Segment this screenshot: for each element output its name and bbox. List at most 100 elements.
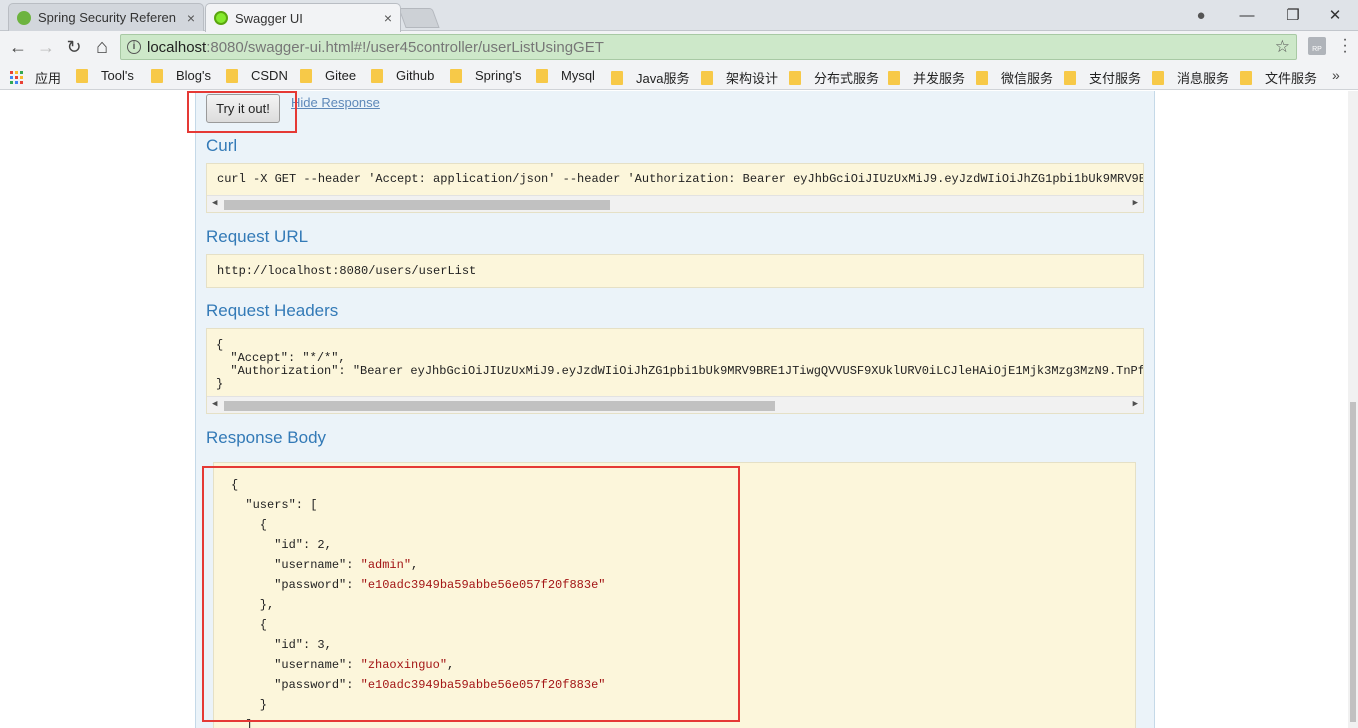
bookmark-folder[interactable]: Gitee <box>300 68 356 83</box>
bookmark-label: 应用 <box>35 71 62 86</box>
spring-leaf-icon <box>17 10 31 25</box>
response-body-title: Response Body <box>206 428 327 447</box>
folder-icon <box>151 68 163 83</box>
folder-icon <box>76 68 88 83</box>
vertical-scrollbar[interactable] <box>1348 91 1358 728</box>
folder-icon <box>1152 70 1164 85</box>
bookmark-label: Mysql <box>561 68 595 83</box>
bookmark-folder[interactable]: 架构设计 <box>701 68 778 87</box>
bookmark-label: 消息服务 <box>1177 71 1230 86</box>
minimize-button[interactable]: — <box>1224 0 1270 30</box>
bookmark-folder[interactable]: 消息服务 <box>1152 68 1229 87</box>
page-content: Try it out! Hide Response Curl curl -X G… <box>0 91 1358 728</box>
info-icon[interactable]: i <box>127 40 141 54</box>
bookmark-folder[interactable]: 支付服务 <box>1064 68 1141 87</box>
extension-rp-icon[interactable]: RP <box>1308 37 1326 55</box>
scroll-left-icon[interactable]: ◀ <box>212 399 217 409</box>
request-url-text: http://localhost:8080/users/userList <box>217 264 477 278</box>
bookmark-folder[interactable]: 微信服务 <box>976 68 1053 87</box>
restore-button[interactable]: ❐ <box>1270 0 1316 30</box>
close-icon[interactable]: × <box>187 10 195 26</box>
bookmark-folder[interactable]: 文件服务 <box>1240 68 1317 87</box>
folder-icon <box>1240 70 1252 85</box>
bookmark-apps[interactable]: 应用 <box>10 68 61 87</box>
bookmark-label: Blog's <box>176 68 212 83</box>
bookmark-label: Java服务 <box>636 71 690 86</box>
code-line: } <box>216 377 224 391</box>
curl-title: Curl <box>206 136 238 155</box>
folder-icon <box>701 70 713 85</box>
bookmark-label: CSDN <box>251 68 288 83</box>
bookmark-folder[interactable]: Spring's <box>450 68 522 83</box>
tab-swagger-ui[interactable]: Swagger UI × <box>205 3 401 32</box>
swagger-icon <box>214 11 228 25</box>
bookmark-label: 微信服务 <box>1001 71 1054 86</box>
bookmark-label: 并发服务 <box>913 71 966 86</box>
forward-button[interactable]: → <box>34 35 58 59</box>
scroll-right-icon[interactable]: ▶ <box>1133 399 1138 409</box>
folder-icon <box>536 68 548 83</box>
back-button[interactable]: ← <box>6 35 30 59</box>
tab-title: Spring Security Referen <box>38 10 177 25</box>
code-line: { <box>216 338 224 352</box>
bookmark-folder[interactable]: Mysql <box>536 68 595 83</box>
bookmark-label: 架构设计 <box>726 71 779 86</box>
bookmark-folder[interactable]: CSDN <box>226 68 288 83</box>
bookmark-folder[interactable]: Github <box>371 68 434 83</box>
close-window-button[interactable]: ✕ <box>1312 0 1358 30</box>
request-headers-title: Request Headers <box>206 301 339 320</box>
bookmark-folder[interactable]: Java服务 <box>611 68 689 87</box>
apps-grid-icon <box>10 71 23 84</box>
bookmark-label: 支付服务 <box>1089 71 1142 86</box>
folder-icon <box>976 70 988 85</box>
browser-toolbar: ← → ↻ ⌂ i localhost:8080/swagger-ui.html… <box>0 31 1358 63</box>
folder-icon <box>789 70 801 85</box>
bookmark-folder[interactable]: Blog's <box>151 68 211 83</box>
scroll-right-icon[interactable]: ▶ <box>1133 198 1138 208</box>
home-button[interactable]: ⌂ <box>90 35 114 59</box>
bookmark-label: 分布式服务 <box>814 71 880 86</box>
bookmark-label: Github <box>396 68 435 83</box>
horizontal-scrollbar[interactable]: ◀ ▶ <box>207 396 1143 413</box>
folder-icon <box>450 68 462 83</box>
reload-button[interactable]: ↻ <box>62 35 86 59</box>
folder-icon <box>300 68 312 83</box>
bookmark-label: 文件服务 <box>1265 71 1318 86</box>
code-line: "Authorization": "Bearer eyJhbGciOiJIUzU… <box>216 364 1144 378</box>
highlight-box-try <box>187 91 297 133</box>
bookmark-label: Tool's <box>101 68 134 83</box>
scrollbar-thumb[interactable] <box>224 401 775 411</box>
bookmark-star-icon[interactable]: ☆ <box>1275 37 1290 57</box>
bookmarks-bar: 应用 Tool's Blog's CSDN Gitee Github Sprin… <box>0 63 1358 90</box>
tab-spring-security[interactable]: Spring Security Referen × <box>8 3 204 31</box>
request-headers-box: { "Accept": "*/*", "Authorization": "Bea… <box>206 328 1144 414</box>
scroll-left-icon[interactable]: ◀ <box>212 198 217 208</box>
request-url-box: http://localhost:8080/users/userList <box>206 254 1144 288</box>
bookmark-folder[interactable]: 分布式服务 <box>789 68 879 87</box>
bookmark-folder[interactable]: 并发服务 <box>888 68 965 87</box>
account-icon[interactable]: ● <box>1178 0 1224 30</box>
tab-strip: Spring Security Referen × Swagger UI × ●… <box>0 0 1358 32</box>
scrollbar-thumb[interactable] <box>1350 402 1356 722</box>
menu-icon[interactable]: · · · <box>1340 32 1350 60</box>
folder-icon <box>226 68 238 83</box>
close-icon[interactable]: × <box>384 10 392 26</box>
folder-icon <box>1064 70 1076 85</box>
bookmark-label: Gitee <box>325 68 357 83</box>
folder-icon <box>611 70 623 85</box>
new-tab-button[interactable] <box>398 8 440 28</box>
folder-icon <box>371 68 383 83</box>
scrollbar-thumb[interactable] <box>224 200 610 210</box>
url-host: localhost <box>147 38 207 56</box>
horizontal-scrollbar[interactable]: ◀ ▶ <box>207 195 1143 212</box>
hide-response-link[interactable]: Hide Response <box>291 95 380 110</box>
url-path: :8080/swagger-ui.html#!/user45controller… <box>206 38 604 56</box>
bookmark-folder[interactable]: Tool's <box>76 68 134 83</box>
bookmarks-overflow-icon[interactable]: » <box>1332 67 1340 83</box>
address-bar[interactable]: i localhost:8080/swagger-ui.html#!/user4… <box>120 34 1297 60</box>
tab-title: Swagger UI <box>235 10 303 26</box>
folder-icon <box>888 70 900 85</box>
curl-box: curl -X GET --header 'Accept: applicatio… <box>206 163 1144 213</box>
curl-text: curl -X GET --header 'Accept: applicatio… <box>217 172 1144 186</box>
highlight-box-response <box>202 466 740 722</box>
